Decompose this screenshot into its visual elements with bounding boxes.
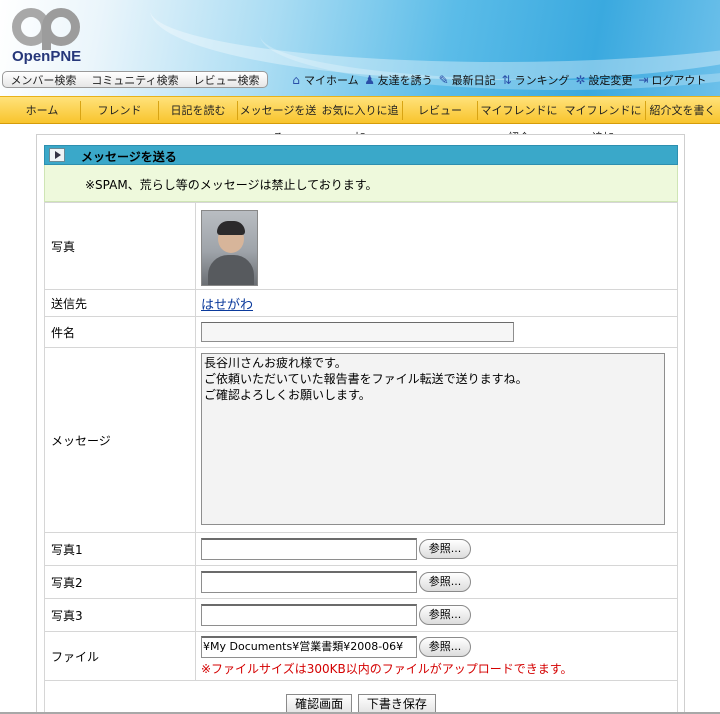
message-row: メッセージ 長谷川さんお疲れ様です。 ご依頼いただいていた報告書をファイル転送で… — [44, 347, 678, 533]
nav-add-my-friend[interactable]: マイフレンドに追加 — [561, 97, 645, 144]
photo1-row: 写真1 参照... — [44, 532, 678, 566]
ranking-icon: ⇅ — [501, 72, 512, 87]
photo-row: 写真 — [44, 202, 678, 290]
buttons-cell: 確認画面 下書き保存 — [44, 680, 678, 714]
photo-figure-hair — [217, 220, 245, 235]
recipient-photo[interactable] — [201, 209, 258, 286]
latest-diary-label: 最新日記 — [451, 73, 496, 87]
file-label: ファイル — [44, 631, 196, 681]
pen-icon: ✎ — [438, 72, 449, 87]
recipient-label: 送信先 — [44, 289, 196, 317]
recipient-row: 送信先 はせがわ — [44, 289, 678, 317]
photo-cell — [195, 202, 678, 290]
photo2-row: 写真2 参照... — [44, 565, 678, 599]
photo3-label: 写真3 — [44, 598, 196, 632]
settings-label: 設定変更 — [588, 73, 633, 87]
file-row: ファイル ¥My Documents¥営業書類¥2008-06¥ 参照... ※… — [44, 631, 678, 681]
buttons-row: 確認画面 下書き保存 — [44, 680, 678, 714]
subject-row: 件名 — [44, 316, 678, 348]
photo1-file-input[interactable] — [201, 538, 417, 560]
search-links-bar: メンバー検索 コミュニティ検索 レビュー検索 — [2, 71, 268, 88]
logo-p-stem — [42, 28, 51, 50]
file-cell: ¥My Documents¥営業書類¥2008-06¥ 参照... ※ファイルサ… — [195, 631, 678, 681]
photo3-row: 写真3 参照... — [44, 598, 678, 632]
form-title: メッセージを送る — [81, 150, 177, 164]
photo1-browse-button[interactable]: 参照... — [419, 539, 471, 559]
photo-label: 写真 — [44, 202, 196, 290]
member-search-link[interactable]: メンバー検索 — [10, 72, 76, 88]
message-cell: 長谷川さんお疲れ様です。 ご依頼いただいていた報告書をファイル転送で送りますね。… — [195, 347, 678, 533]
photo3-file-input[interactable] — [201, 604, 417, 626]
file-size-note: ※ファイルサイズは300KB以内のファイルがアップロードできます。 — [201, 661, 573, 676]
photo2-browse-button[interactable]: 参照... — [419, 572, 471, 592]
header: OpenPNE メンバー検索 コミュニティ検索 レビュー検索 ⌂ マイホーム ♟… — [0, 0, 720, 96]
subject-label: 件名 — [44, 316, 196, 348]
photo-figure-body — [208, 254, 254, 285]
save-draft-button[interactable]: 下書き保存 — [357, 693, 436, 714]
photo3-browse-button[interactable]: 参照... — [419, 605, 471, 625]
nav-send-message[interactable]: メッセージを送る — [238, 97, 318, 144]
top-links: ⌂ マイホーム ♟ 友達を誘う ✎ 最新日記 ⇅ ランキング ✲ 設定変更 ⇥ … — [289, 71, 706, 88]
arrow-right-icon — [49, 148, 65, 162]
home-icon: ⌂ — [292, 72, 300, 87]
community-search-link[interactable]: コミュニティ検索 — [91, 72, 178, 88]
photo1-cell: 参照... — [195, 532, 678, 566]
confirm-button[interactable]: 確認画面 — [286, 693, 353, 714]
openpne-logo[interactable]: OpenPNE — [12, 8, 98, 66]
nav-introduce-to-friend[interactable]: マイフレンドに紹介 — [477, 97, 561, 144]
spam-notice-text: ※SPAM、荒らし等のメッセージは禁止しております。 — [85, 178, 378, 192]
latest-diary-link[interactable]: ✎ 最新日記 — [437, 72, 496, 88]
message-form-box: メッセージを送る ※SPAM、荒らし等のメッセージは禁止しております。 写真 送… — [36, 134, 685, 714]
message-label: メッセージ — [44, 347, 196, 533]
invite-friend-link[interactable]: ♟ 友達を誘う — [363, 72, 433, 88]
logout-icon: ⇥ — [638, 72, 649, 87]
subject-input[interactable] — [201, 322, 514, 342]
invite-friend-icon: ♟ — [364, 72, 376, 87]
subject-cell — [195, 316, 678, 348]
form-title-bar: メッセージを送る — [44, 145, 678, 165]
nav-write-intro[interactable]: 紹介文を書く — [645, 97, 720, 124]
my-home-link[interactable]: ⌂ マイホーム — [289, 72, 359, 88]
logo-text: OpenPNE — [12, 48, 82, 65]
message-textarea[interactable]: 長谷川さんお疲れ様です。 ご依頼いただいていた報告書をファイル転送で送りますね。… — [201, 352, 665, 525]
recipient-cell: はせがわ — [195, 289, 678, 317]
photo2-cell: 参照... — [195, 565, 678, 599]
main-nav: ホーム フレンド 日記を読む メッセージを送る お気に入りに追加 レビュー マイ… — [0, 96, 720, 144]
nav-add-favorite[interactable]: お気に入りに追加 — [318, 97, 402, 144]
settings-gear-icon: ✲ — [575, 72, 586, 87]
photo3-cell: 参照... — [195, 598, 678, 632]
ranking-label: ランキング — [514, 73, 570, 87]
attachment-browse-button[interactable]: 参照... — [419, 636, 471, 657]
nav-review[interactable]: レビュー — [403, 97, 477, 124]
photo2-file-input[interactable] — [201, 571, 417, 593]
logout-link[interactable]: ⇥ ログアウト — [636, 72, 706, 88]
nav-read-diary[interactable]: 日記を読む — [159, 97, 237, 124]
message-form-table: 写真 送信先 はせがわ 件名 メッセージ 長谷川さんお疲れ様です。 ご依頼いただ… — [44, 202, 678, 714]
attachment-file-input[interactable]: ¥My Documents¥営業書類¥2008-06¥ — [201, 635, 417, 658]
nav-home[interactable]: ホーム — [4, 97, 80, 124]
my-home-label: マイホーム — [304, 73, 359, 87]
spam-notice: ※SPAM、荒らし等のメッセージは禁止しております。 — [44, 165, 678, 202]
settings-link[interactable]: ✲ 設定変更 — [573, 72, 632, 88]
photo2-label: 写真2 — [44, 565, 196, 599]
invite-friend-label: 友達を誘う — [377, 73, 433, 87]
logout-label: ログアウト — [651, 73, 707, 87]
ranking-link[interactable]: ⇅ ランキング — [500, 72, 570, 88]
nav-friend[interactable]: フレンド — [81, 97, 158, 124]
review-search-link[interactable]: レビュー検索 — [194, 72, 260, 88]
photo1-label: 写真1 — [44, 532, 196, 566]
recipient-link[interactable]: はせがわ — [201, 298, 253, 313]
